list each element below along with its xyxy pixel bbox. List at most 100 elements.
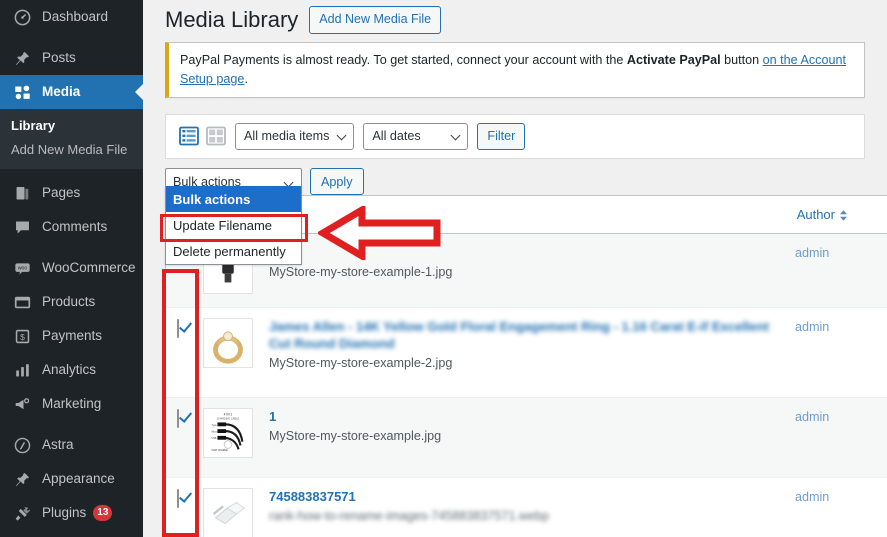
- plugins-icon: [11, 503, 33, 523]
- table-nav-filters: All media items All dates Filter: [165, 113, 865, 159]
- menu-separator-2: [0, 169, 143, 176]
- notice-bold-text: Activate PayPal: [626, 53, 721, 67]
- sidebar-item-posts[interactable]: Posts: [0, 41, 143, 75]
- submenu-item-add-new-media-file[interactable]: Add New Media File: [0, 138, 143, 162]
- grid-view-icon[interactable]: [206, 126, 226, 146]
- row-author[interactable]: admin: [795, 478, 887, 537]
- row-checkbox-cell: [166, 478, 203, 537]
- row-title-cell: James Allen - 14K Yellow Gold Floral Eng…: [269, 308, 795, 397]
- sidebar-label: Products: [42, 294, 96, 310]
- date-filter-value: All dates: [372, 129, 421, 144]
- notice-text-before: PayPal Payments is almost ready. To get …: [180, 53, 627, 67]
- row-title-cell: 35w MyStore-my-store-example-1.jpg: [269, 234, 795, 307]
- bulk-actions-dropdown-list[interactable]: Bulk actions Update Filename Delete perm…: [165, 186, 302, 265]
- sidebar-item-users[interactable]: Users: [0, 530, 143, 537]
- row-author[interactable]: admin: [795, 234, 887, 307]
- dropdown-option-delete-permanently[interactable]: Delete permanently: [166, 238, 301, 264]
- file-name: MyStore-my-store-example.jpg: [269, 429, 442, 443]
- apply-button[interactable]: Apply: [310, 168, 364, 196]
- sidebar-label: Plugins: [42, 505, 87, 521]
- appearance-icon: [11, 469, 33, 489]
- file-title[interactable]: James Allen - 14K Yellow Gold Floral Eng…: [269, 318, 785, 352]
- dates-filter-select[interactable]: All dates: [363, 122, 469, 150]
- sidebar-label: Payments: [42, 328, 103, 344]
- woocommerce-icon: woo: [11, 258, 33, 278]
- svg-text:CHARGING CABLE: CHARGING CABLE: [217, 418, 240, 421]
- svg-text:FAST CHARGE: FAST CHARGE: [212, 449, 229, 452]
- row-checkbox[interactable]: [177, 409, 179, 428]
- sidebar-item-products[interactable]: Products: [0, 285, 143, 319]
- sidebar-item-woocommerce[interactable]: woo WooCommerce: [0, 251, 143, 285]
- file-title[interactable]: 35w: [269, 244, 785, 261]
- menu-separator-1: [0, 34, 143, 41]
- sidebar-item-marketing[interactable]: Marketing: [0, 387, 143, 421]
- column-header-author[interactable]: Author: [797, 207, 848, 222]
- payments-icon: $: [11, 326, 33, 346]
- dropdown-option-update-filename[interactable]: Update Filename: [166, 212, 301, 238]
- sidebar-item-appearance[interactable]: Appearance: [0, 462, 143, 496]
- row-checkbox-cell: [166, 398, 203, 477]
- media-icon: [11, 82, 33, 102]
- sidebar-label: Posts: [42, 50, 76, 66]
- sidebar-item-dashboard[interactable]: Dashboard: [0, 0, 143, 34]
- author-column-label: Author: [796, 207, 835, 222]
- table-row[interactable]: 4 IN 1 CHARGING CABLE Type-C Micro USB FAST C…: [166, 398, 887, 478]
- dashboard-icon: [11, 7, 33, 27]
- row-checkbox-cell: [166, 308, 203, 397]
- sort-arrows-icon: [839, 209, 848, 221]
- row-thumbnail-cell: [203, 478, 269, 537]
- sidebar-item-pages[interactable]: Pages: [0, 176, 143, 210]
- page-title: Media Library: [165, 6, 299, 32]
- row-thumbnail-cell: [203, 308, 269, 397]
- comments-icon: [11, 217, 33, 237]
- list-view-icon[interactable]: [179, 126, 199, 146]
- table-row[interactable]: James Allen - 14K Yellow Gold Floral Eng…: [166, 308, 887, 398]
- media-items-filter-select[interactable]: All media items: [235, 122, 355, 150]
- row-title-cell: 1 MyStore-my-store-example.jpg: [269, 398, 795, 477]
- filter-button[interactable]: Filter: [477, 122, 526, 150]
- sidebar-item-plugins[interactable]: Plugins 13: [0, 496, 143, 530]
- table-row[interactable]: 745883837571 rank-how-to-rename-images-7…: [166, 478, 887, 537]
- file-name: MyStore-my-store-example-2.jpg: [269, 356, 453, 370]
- row-checkbox[interactable]: [177, 489, 179, 508]
- paypal-notice: PayPal Payments is almost ready. To get …: [165, 42, 865, 98]
- sidebar-item-payments[interactable]: $ Payments: [0, 319, 143, 353]
- marketing-icon: [11, 394, 33, 414]
- add-new-media-file-button[interactable]: Add New Media File: [309, 6, 442, 34]
- analytics-icon: [11, 360, 33, 380]
- row-author[interactable]: admin: [795, 398, 887, 477]
- svg-text:$: $: [20, 331, 25, 341]
- pin-icon: [11, 48, 33, 68]
- row-checkbox[interactable]: [177, 319, 179, 338]
- sidebar-label: Astra: [42, 437, 74, 453]
- sidebar-label: Pages: [42, 185, 81, 201]
- cables-thumbnail[interactable]: 4 IN 1 CHARGING CABLE Type-C Micro USB FAST C…: [203, 408, 253, 458]
- sidebar-label: Appearance: [42, 471, 115, 487]
- row-thumbnail-cell: 4 IN 1 CHARGING CABLE Type-C Micro USB FAST C…: [203, 398, 269, 477]
- wordpress-admin-screen: Dashboard Posts Media Library Add New Me…: [0, 0, 887, 537]
- sidebar-item-comments[interactable]: Comments: [0, 210, 143, 244]
- notice-text-middle: button: [720, 53, 763, 67]
- file-title[interactable]: 745883837571: [269, 488, 785, 505]
- sidebar-item-astra[interactable]: Astra: [0, 428, 143, 462]
- sidebar-label: Marketing: [42, 396, 102, 412]
- pages-icon: [11, 183, 33, 203]
- file-name: rank-how-to-rename-images-745883837571.w…: [269, 509, 550, 523]
- sidebar-label: Media: [42, 84, 81, 100]
- file-title[interactable]: 1: [269, 408, 785, 425]
- sidebar-item-analytics[interactable]: Analytics: [0, 353, 143, 387]
- menu-separator-3: [0, 244, 143, 251]
- sidebar-item-media[interactable]: Media: [0, 75, 143, 109]
- dropdown-option-bulk-actions[interactable]: Bulk actions: [166, 186, 301, 212]
- notice-text-after: .: [244, 71, 248, 86]
- admin-sidebar: Dashboard Posts Media Library Add New Me…: [0, 0, 143, 537]
- media-filter-value: All media items: [244, 129, 330, 144]
- submenu-item-library[interactable]: Library: [0, 114, 143, 138]
- plugins-update-badge: 13: [93, 505, 113, 521]
- page-header: Media Library Add New Media File: [165, 0, 865, 34]
- menu-separator-4: [0, 421, 143, 428]
- sidebar-label: WooCommerce: [42, 260, 136, 276]
- row-author[interactable]: admin: [795, 308, 887, 397]
- clips-thumbnail[interactable]: [203, 488, 253, 537]
- ring-thumbnail[interactable]: [203, 318, 253, 368]
